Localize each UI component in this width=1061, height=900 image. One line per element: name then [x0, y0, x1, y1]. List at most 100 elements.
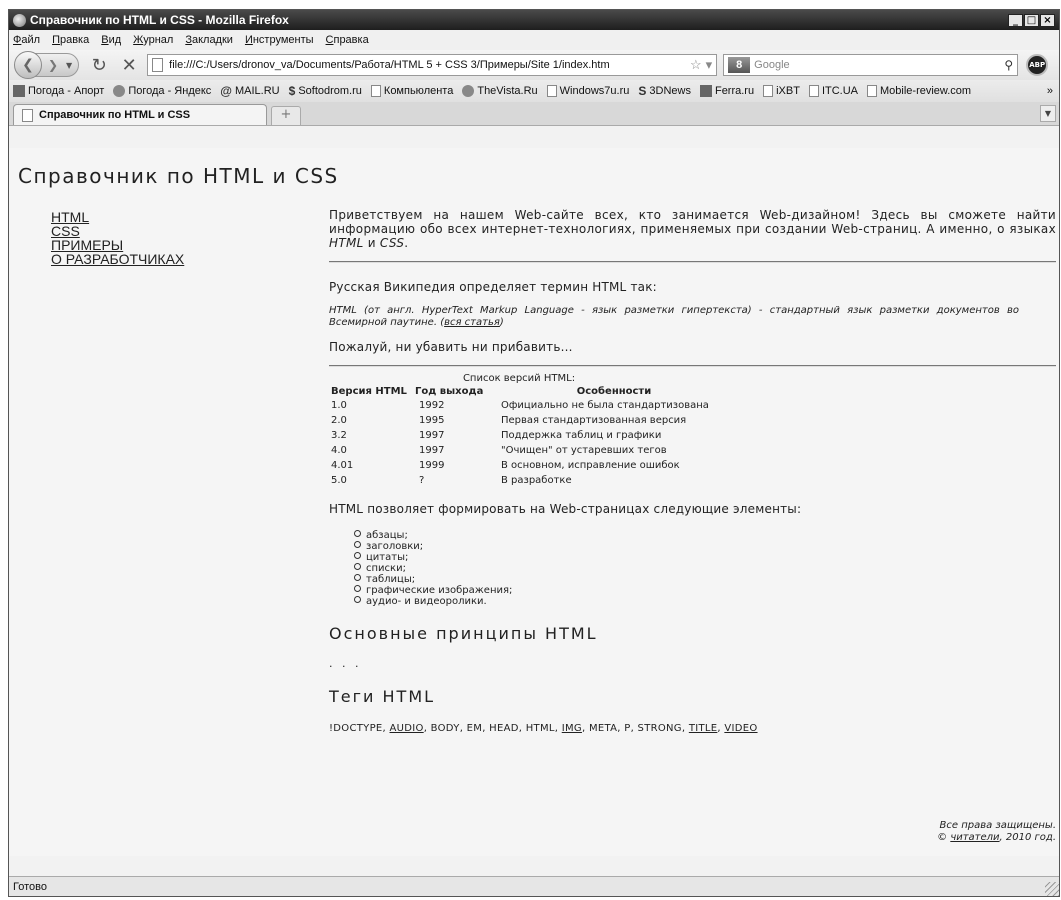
nav-link-about[interactable]: О РАЗРАБОТЧИКАХ [51, 252, 184, 266]
table-cell: 2.0 [331, 415, 347, 426]
tag-link[interactable]: AUDIO [390, 723, 424, 734]
table-cell: 1995 [419, 415, 445, 426]
list-item: таблицы; [354, 574, 1056, 585]
wiki-quote: HTML (от англ. HyperText Markup Language… [329, 305, 1019, 328]
bookmark-item[interactable]: ITC.UA [808, 85, 858, 97]
list-item: списки; [354, 563, 1056, 574]
url-dropdown-icon[interactable]: ▾ [706, 57, 713, 73]
nav-link-examples[interactable]: ПРИМЕРЫ [51, 238, 184, 252]
page-icon [867, 85, 877, 97]
weather-icon [13, 85, 25, 97]
weather-icon [113, 85, 126, 97]
bookmark-item[interactable]: Погода - Яндекс [113, 85, 211, 97]
globe-icon [462, 85, 475, 97]
tags-heading: Теги HTML [329, 687, 436, 706]
tag-item: META [588, 723, 618, 734]
table-cell: 1997 [419, 430, 445, 441]
footer-copyright-line: © читатели, 2010 год. [937, 832, 1056, 843]
tab-active[interactable]: Справочник по HTML и CSS [13, 104, 267, 125]
nav-link-css[interactable]: CSS [51, 224, 184, 238]
firefox-icon [13, 13, 26, 27]
bookmark-item[interactable]: TheVista.Ru [462, 85, 538, 97]
close-button[interactable]: × [1040, 13, 1055, 27]
full-article-link[interactable]: вся статья [444, 317, 500, 328]
3dnews-icon: S [638, 84, 647, 98]
adblock-plus-button[interactable]: ABP [1026, 54, 1049, 76]
page-icon [370, 85, 381, 97]
bookmark-item[interactable]: S 3DNews [638, 84, 691, 98]
list-item: цитаты; [354, 552, 1056, 563]
tag-item: !DOCTYPE [329, 723, 383, 734]
list-item: абзацы; [354, 530, 1056, 541]
menu-tools[interactable]: Инструменты [245, 34, 314, 46]
table-cell: 1997 [419, 445, 445, 456]
search-placeholder[interactable]: Google [754, 59, 1004, 71]
table-cell: В основном, исправление ошибок [501, 460, 680, 471]
stop-icon: ✕ [121, 54, 137, 76]
table-cell: 1992 [419, 400, 445, 411]
maximize-button[interactable]: □ [1024, 13, 1039, 27]
bookmark-item[interactable]: Mobile-review.com [867, 85, 971, 97]
back-button[interactable]: ❮ [14, 51, 42, 79]
table-row: 4.0 1997 "Очищен" от устаревших тегов [329, 443, 729, 458]
history-dropdown-icon[interactable]: ▼ [66, 61, 72, 70]
tag-item: EM [466, 723, 483, 734]
bookmark-item[interactable]: Windows7u.ru [546, 85, 629, 97]
bookmark-item[interactable]: Компьюлента [370, 85, 453, 97]
menu-help[interactable]: Справка [326, 34, 369, 46]
intro-css-term: CSS [379, 236, 405, 250]
bookmark-item[interactable]: iXBT [763, 85, 800, 97]
new-tab-button[interactable]: + [271, 106, 301, 125]
tab-bar: Справочник по HTML и CSS + ▼ [9, 102, 1059, 126]
forward-button[interactable]: ❯ [42, 58, 64, 72]
bookmarks-toolbar: Погода - Апорт Погода - Яндекс @ MAIL.RU … [9, 80, 1059, 102]
menu-bookmarks[interactable]: Закладки [185, 34, 233, 46]
tag-link[interactable]: VIDEO [724, 723, 757, 734]
status-bar: Готово [9, 876, 1059, 896]
minimize-button[interactable]: _ [1008, 13, 1023, 27]
menu-edit[interactable]: Правка [52, 34, 89, 46]
at-icon: @ [220, 84, 232, 98]
tag-link[interactable]: TITLE [689, 723, 718, 734]
tab-list-dropdown-icon[interactable]: ▼ [1040, 105, 1056, 122]
navigation-toolbar: ❮ ❯ ▼ ↻ ✕ file:///C:/Users/dronov_va/Doc… [9, 50, 1059, 80]
tags-list: !DOCTYPE, AUDIO, BODY, EM, HEAD, HTML, I… [329, 723, 758, 734]
resize-grip-icon[interactable] [1045, 882, 1059, 896]
bookmark-item[interactable]: Ferra.ru [699, 85, 754, 97]
table-cell: ? [419, 475, 425, 486]
table-header-row: Версия HTML Год выхода Особенности [329, 384, 729, 398]
search-icon[interactable]: ⚲ [1004, 58, 1013, 72]
page-icon [808, 85, 819, 97]
address-bar[interactable]: file:///C:/Users/dronov_va/Documents/Раб… [147, 54, 718, 76]
reload-button[interactable]: ↻ [87, 55, 111, 76]
bookmark-star-icon[interactable]: ☆ [690, 57, 702, 73]
page-icon [22, 108, 33, 122]
ferra-icon [699, 85, 712, 97]
bookmarks-overflow-button[interactable]: » [1047, 85, 1059, 97]
list-item: аудио- и видеоролики. [354, 596, 1056, 607]
tag-item: P [624, 723, 631, 734]
principles-heading: Основные принципы HTML [329, 624, 598, 643]
menu-view[interactable]: Вид [101, 34, 121, 46]
bookmark-item[interactable]: @ MAIL.RU [220, 84, 279, 98]
search-bar[interactable]: 8 Google ⚲ [723, 54, 1019, 76]
nav-link-html[interactable]: HTML [51, 210, 184, 224]
table-row: 4.01 1999 В основном, исправление ошибок [329, 458, 729, 473]
menu-history[interactable]: Журнал [133, 34, 173, 46]
stop-button[interactable]: ✕ [117, 55, 141, 76]
table-row: 3.2 1997 Поддержка таблиц и графики [329, 428, 729, 443]
page-icon [763, 85, 774, 97]
table-cell: Официально не была стандартизована [501, 400, 709, 411]
bookmark-item[interactable]: Погода - Апорт [13, 85, 104, 97]
table-cell: 5.0 [331, 475, 347, 486]
site-nav: HTML CSS ПРИМЕРЫ О РАЗРАБОТЧИКАХ [51, 210, 184, 266]
search-engine-icon[interactable]: 8 [728, 57, 751, 73]
menu-file[interactable]: Файл [13, 34, 40, 46]
url-text[interactable]: file:///C:/Users/dronov_va/Documents/Раб… [169, 59, 686, 71]
bookmark-item[interactable]: $ Softodrom.ru [289, 84, 362, 98]
menu-bar: Файл Правка Вид Журнал Закладки Инструме… [9, 30, 1059, 50]
table-cell: В разработке [501, 475, 572, 486]
tag-link[interactable]: IMG [562, 723, 582, 734]
readers-link[interactable]: читатели [950, 832, 999, 843]
table-cell: 3.2 [331, 430, 347, 441]
